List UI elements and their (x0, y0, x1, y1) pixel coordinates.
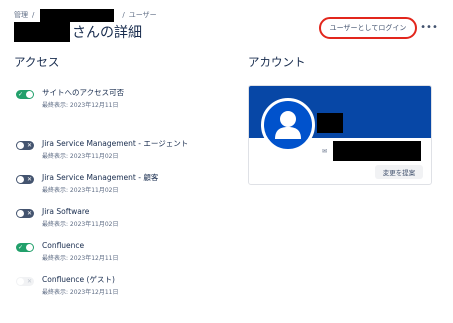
toggle-check-icon: ✓ (18, 91, 24, 98)
toggle-knob (17, 210, 24, 217)
access-item-last-seen: 最終表示: 2023年11月02日 (42, 221, 119, 228)
access-item-site: ✓ サイトへのアクセス可否 最終表示: 2023年12月11日 (16, 88, 124, 109)
jsm-customer-toggle[interactable]: ✕ (16, 175, 34, 184)
page-title-text: さんの詳細 (72, 25, 142, 41)
title-redacted-name (14, 22, 70, 42)
access-item-jira-software: ✕ Jira Software 最終表示: 2023年11月02日 (16, 207, 118, 228)
access-item-jsm-agent: ✕ Jira Service Management - エージェント 最終表示:… (16, 139, 188, 160)
account-heading: アカウント (248, 55, 306, 69)
access-item-confluence: ✓ Confluence 最終表示: 2023年12月11日 (16, 241, 118, 262)
login-as-user-button[interactable]: ユーザーとしてログイン (319, 17, 417, 39)
access-item-last-seen: 最終表示: 2023年12月11日 (42, 102, 119, 109)
page-title: さんの詳細 (14, 22, 142, 42)
site-access-toggle[interactable]: ✓ (16, 90, 34, 99)
access-item-name: Confluence (ゲスト) (42, 275, 115, 284)
more-icon[interactable]: ••• (420, 20, 438, 34)
jira-software-toggle[interactable]: ✕ (16, 209, 34, 218)
access-item-last-seen: 最終表示: 2023年12月11日 (42, 255, 119, 262)
breadcrumb-users-link[interactable]: ユーザー (129, 10, 157, 20)
breadcrumb-separator: / (32, 11, 35, 19)
breadcrumb-redacted-user (40, 8, 115, 22)
toggle-cross-icon: ✕ (26, 176, 32, 183)
confluence-guest-toggle[interactable]: ✕ (16, 277, 34, 286)
user-avatar-icon (261, 98, 315, 152)
access-item-name: サイトへのアクセス可否 (42, 88, 125, 97)
jsm-agent-toggle[interactable]: ✕ (16, 141, 34, 150)
toggle-knob (17, 278, 24, 285)
toggle-knob (17, 176, 24, 183)
toggle-cross-icon: ✕ (26, 142, 32, 149)
access-item-confluence-guest: ✕ Confluence (ゲスト) 最終表示: 2023年12月11日 (16, 275, 118, 296)
access-item-name: Jira Software (42, 207, 90, 216)
toggle-knob (26, 244, 33, 251)
toggle-cross-icon: ✕ (26, 210, 32, 217)
access-item-name: Jira Service Management - エージェント (42, 139, 189, 148)
mail-icon: ✉ (322, 148, 328, 155)
toggle-check-icon: ✓ (18, 244, 24, 251)
toggle-knob (17, 142, 24, 149)
breadcrumb-separator: / (122, 11, 125, 19)
access-item-last-seen: 最終表示: 2023年11月02日 (42, 187, 119, 194)
toggle-cross-icon: ✕ (26, 278, 32, 285)
access-item-name: Jira Service Management - 顧客 (42, 173, 159, 182)
access-item-last-seen: 最終表示: 2023年12月11日 (42, 289, 119, 296)
access-item-last-seen: 最終表示: 2023年11月02日 (42, 153, 119, 160)
account-card: ✉ 変更を提案 (248, 85, 432, 185)
toggle-knob (26, 91, 33, 98)
suggest-change-button[interactable]: 変更を提案 (375, 165, 423, 179)
access-heading: アクセス (14, 55, 60, 69)
breadcrumb-admin-link[interactable]: 管理 (14, 10, 28, 20)
confluence-toggle[interactable]: ✓ (16, 243, 34, 252)
access-item-name: Confluence (42, 241, 85, 250)
account-redacted-name (317, 113, 343, 133)
access-item-jsm-customer: ✕ Jira Service Management - 顧客 最終表示: 202… (16, 173, 158, 194)
breadcrumb: 管理 / / ユーザー (14, 8, 157, 22)
account-redacted-email (333, 141, 421, 161)
